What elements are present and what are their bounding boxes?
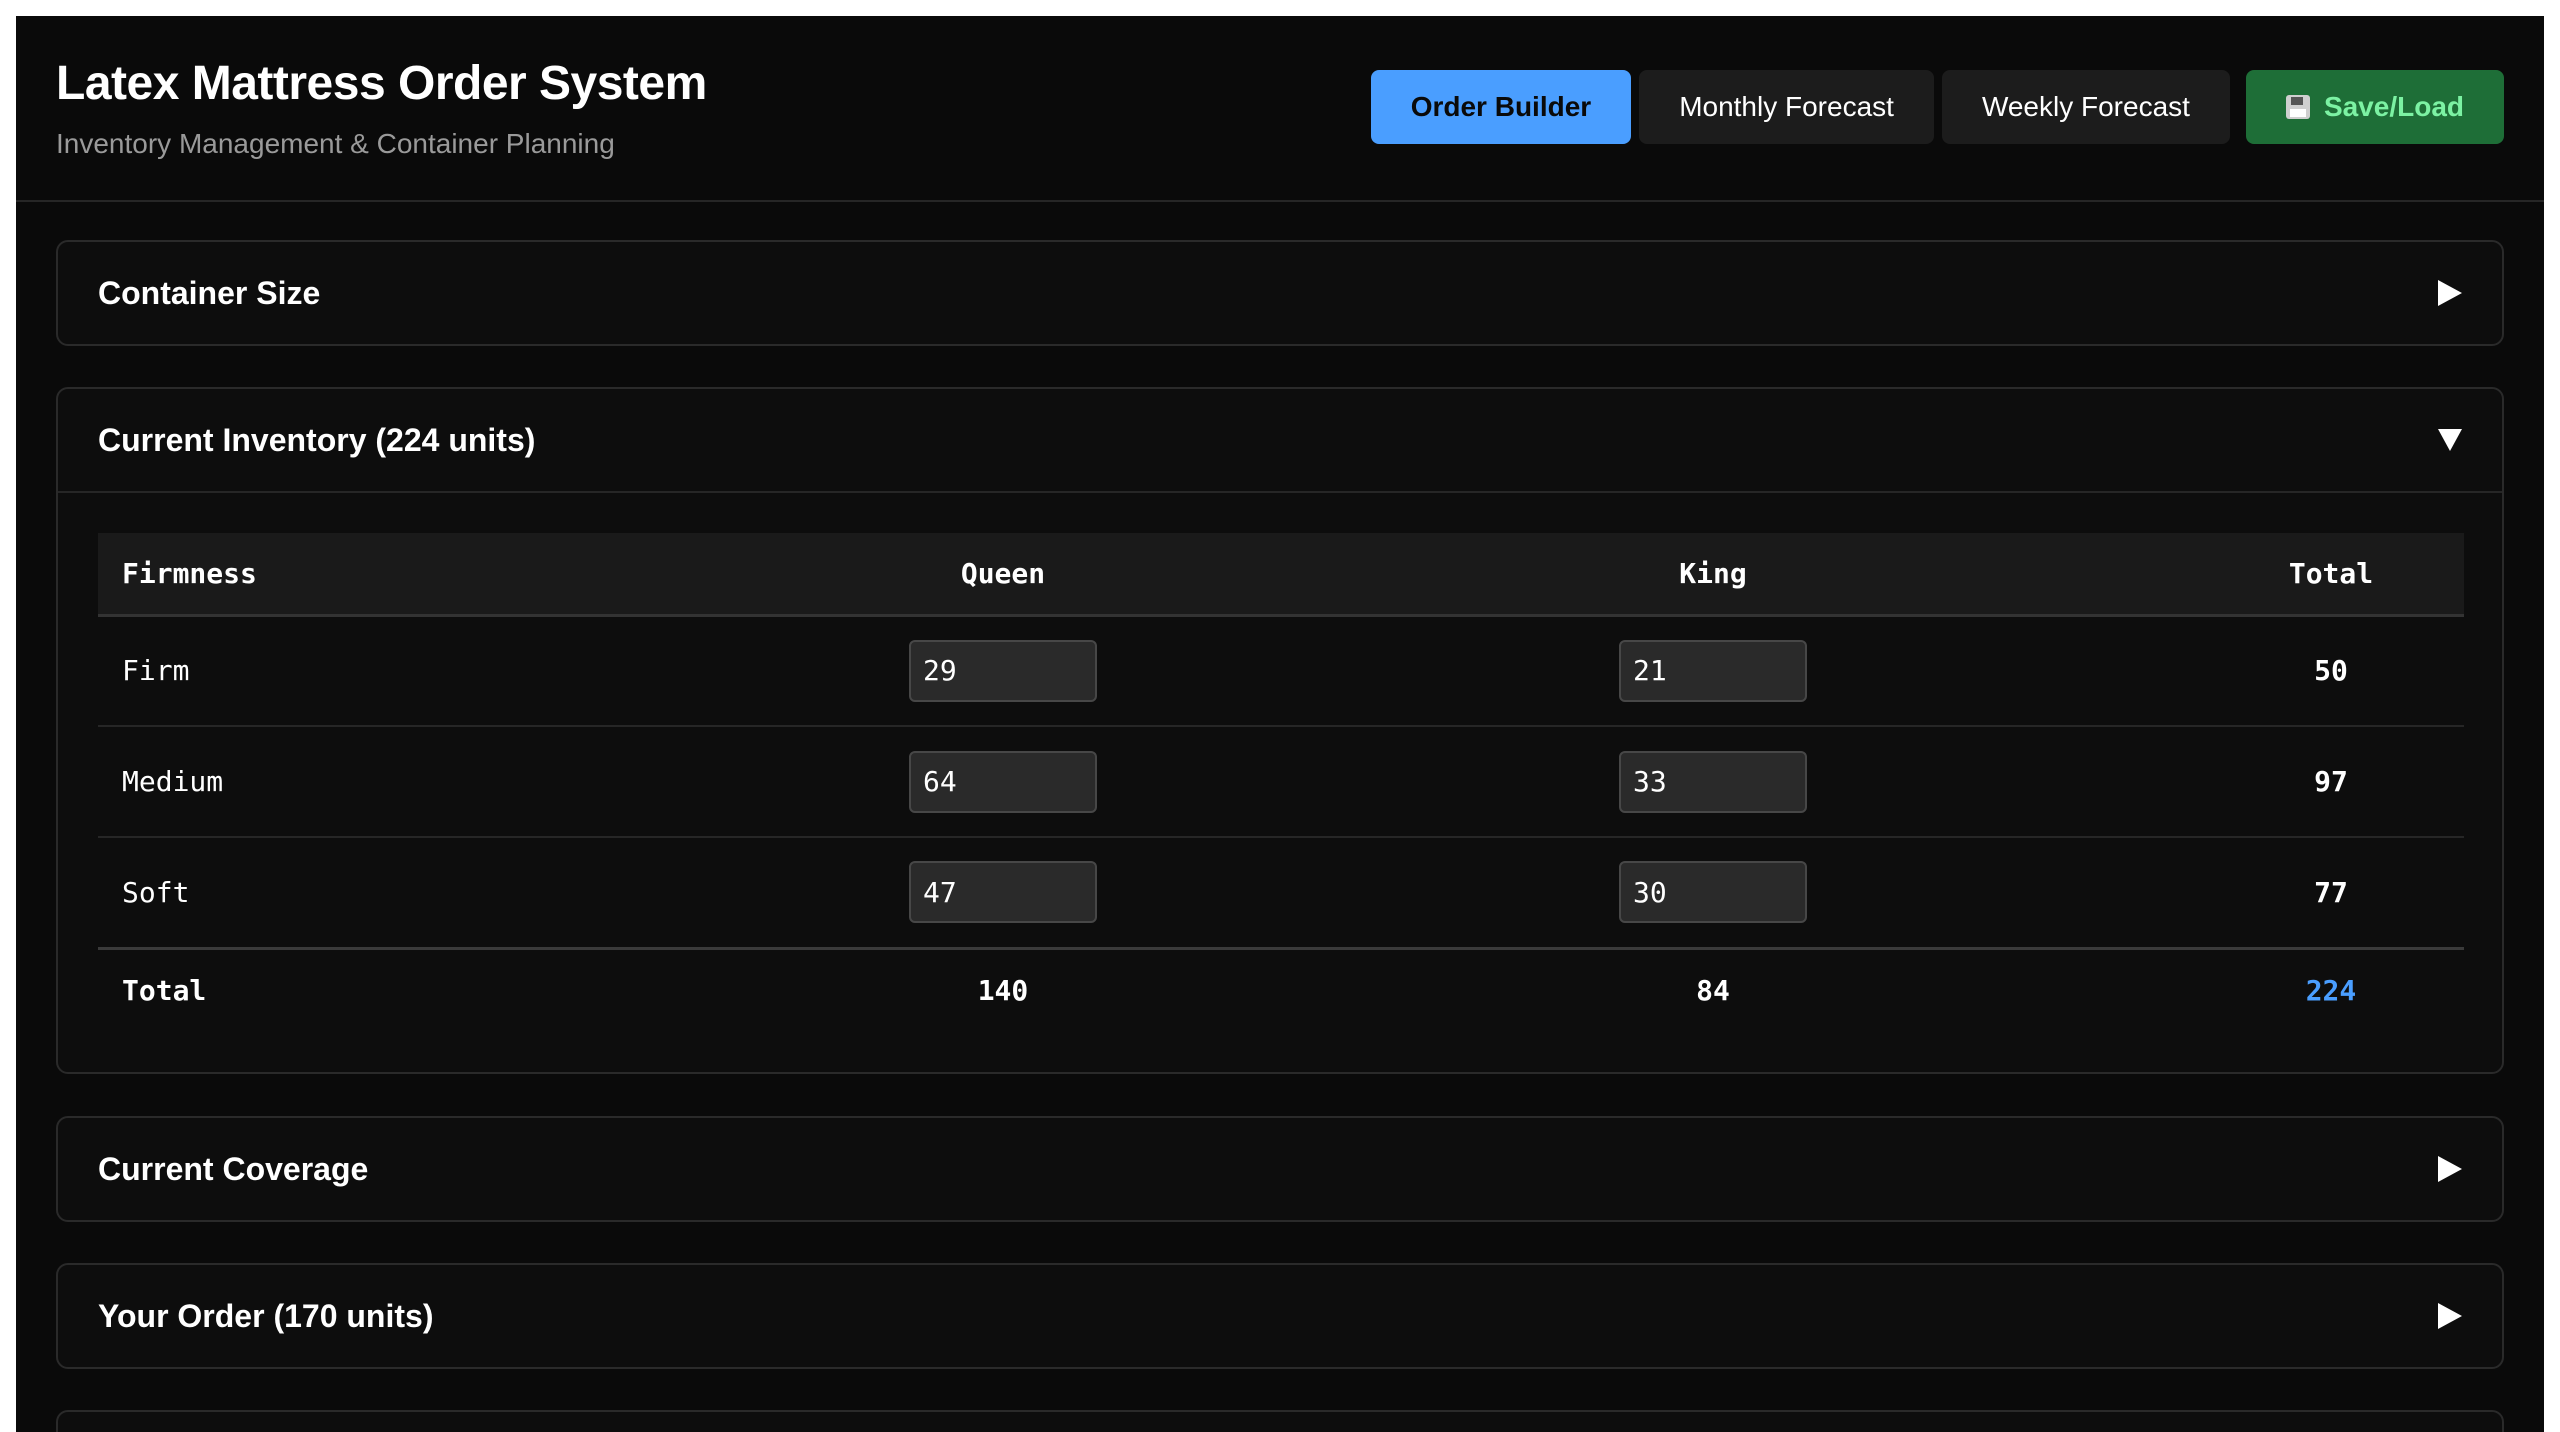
king-medium-input[interactable] (1619, 750, 1807, 813)
row-total: 50 (2198, 615, 2464, 727)
grand-total: 224 (2305, 974, 2357, 1008)
queen-soft-input[interactable] (909, 861, 1097, 924)
weekly-forecast-tab[interactable]: Weekly Forecast (1941, 70, 2230, 144)
current-inventory-body: Firmness Queen King Total Firm 50 Medium (58, 491, 2502, 1072)
current-coverage-panel: Current Coverage (56, 1116, 2504, 1222)
container-size-header[interactable]: Container Size (58, 242, 2502, 344)
table-row-soft: Soft 77 (98, 837, 2464, 950)
table-total-row: Total 140 84 224 (98, 948, 2464, 1032)
expand-arrow-icon (2438, 280, 2462, 306)
firmness-label: Medium (98, 726, 778, 838)
floppy-disk-icon (2285, 95, 2310, 119)
save-load-button[interactable]: Save/Load (2245, 70, 2504, 144)
order-builder-tab[interactable]: Order Builder (1370, 70, 1632, 144)
column-header-king: King (1228, 533, 2198, 617)
queen-total: 140 (977, 974, 1029, 1008)
total-label: Total (122, 974, 207, 1008)
firmness-label: Firm (98, 615, 778, 727)
current-coverage-header[interactable]: Current Coverage (58, 1118, 2502, 1220)
queen-firm-input[interactable] (909, 639, 1097, 702)
save-load-label: Save/Load (2323, 91, 2464, 122)
next-panel (56, 1410, 2504, 1432)
app-window: Latex Mattress Order System Inventory Ma… (16, 16, 2544, 1432)
expand-arrow-icon (2438, 1303, 2462, 1329)
row-total: 97 (2198, 726, 2464, 838)
container-size-title: Container Size (98, 274, 321, 311)
inventory-table: Firmness Queen King Total Firm 50 Medium (98, 533, 2464, 1032)
main-nav: Order Builder Monthly Forecast Weekly Fo… (1370, 70, 2504, 144)
app-header: Latex Mattress Order System Inventory Ma… (16, 16, 2544, 202)
monthly-forecast-tab[interactable]: Monthly Forecast (1639, 70, 1934, 144)
row-total: 77 (2198, 837, 2464, 950)
king-total: 84 (1696, 974, 1730, 1008)
table-row-medium: Medium 97 (98, 726, 2464, 838)
expand-arrow-icon (2438, 1156, 2462, 1182)
current-inventory-panel: Current Inventory (224 units) Firmness Q… (56, 387, 2504, 1074)
table-row-firm: Firm 50 (98, 615, 2464, 727)
app-title: Latex Mattress Order System (56, 57, 707, 110)
firmness-label: Soft (98, 837, 778, 950)
column-header-firmness: Firmness (98, 533, 778, 617)
column-header-total: Total (2198, 533, 2464, 617)
table-header-row: Firmness Queen King Total (98, 533, 2464, 617)
current-coverage-title: Current Coverage (98, 1150, 369, 1187)
container-size-panel: Container Size (56, 240, 2504, 346)
your-order-header[interactable]: Your Order (170 units) (58, 1265, 2502, 1367)
current-inventory-header[interactable]: Current Inventory (224 units) (58, 389, 2502, 491)
king-soft-input[interactable] (1619, 861, 1807, 924)
app-subtitle: Inventory Management & Container Plannin… (56, 128, 615, 159)
your-order-title: Your Order (170 units) (98, 1297, 434, 1334)
king-firm-input[interactable] (1619, 639, 1807, 702)
queen-medium-input[interactable] (909, 750, 1097, 813)
your-order-panel: Your Order (170 units) (56, 1263, 2504, 1369)
current-inventory-title: Current Inventory (224 units) (98, 421, 536, 458)
collapse-arrow-icon (2438, 429, 2462, 451)
column-header-queen: Queen (778, 533, 1228, 617)
